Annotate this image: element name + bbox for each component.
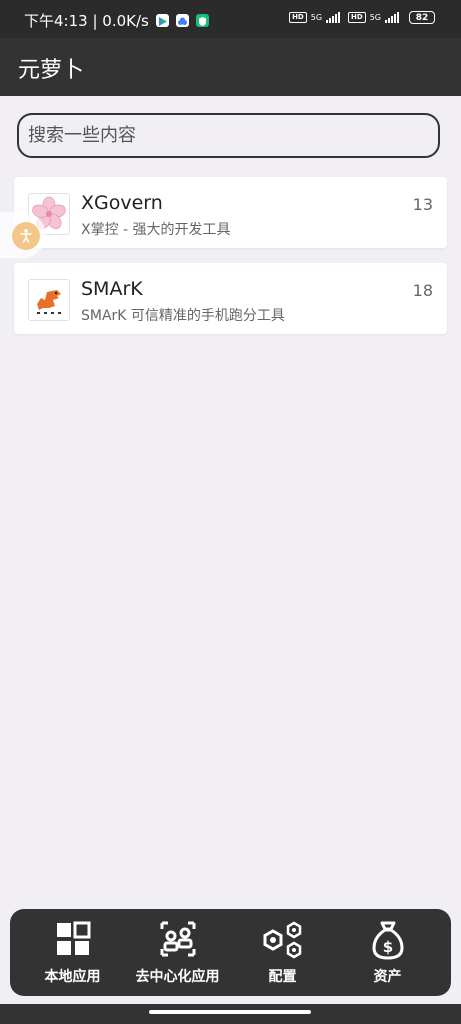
play-store-icon [155,14,169,27]
app-name: XGovern [81,192,163,214]
accessibility-icon [12,222,40,250]
svg-text:$: $ [382,938,392,956]
app-count: 13 [412,195,433,214]
nav-item-local-apps[interactable]: 本地应用 [20,909,125,996]
signal-icon [326,12,341,23]
nav-label: 本地应用 [44,969,101,985]
gesture-bar [0,1004,461,1024]
search-input[interactable] [19,115,438,156]
app-count: 18 [412,281,433,300]
hd-icon: HD [289,12,307,23]
app-bar: 元萝卜 [0,38,461,96]
dinosaur-logo-icon [28,279,70,321]
signal-icon [385,12,399,23]
network-label-1: 5G [310,13,323,22]
app-card-xgovern[interactable]: XGovern X掌控 - 强大的开发工具 13 [14,177,447,248]
bottom-nav: 本地应用 去中心化应用 配置 $ 资产 [10,909,451,996]
status-left: 下午4:13 | 0.0K/s [24,10,209,31]
nav-label: 去中心化应用 [135,969,220,985]
grid-apps-icon [56,921,90,955]
decentralized-users-icon [160,921,195,957]
cloud-app-icon [175,14,189,27]
battery-level: 82 [415,12,429,23]
hd-icon: HD [348,12,366,23]
status-time-speed: 下午4:13 | 0.0K/s [24,12,149,30]
status-bar: 下午4:13 | 0.0K/s HD 5G HD 5G 82 [0,0,461,38]
nav-item-config[interactable]: 配置 [230,909,335,996]
network-label-2: 5G [369,13,381,22]
home-indicator[interactable] [149,1010,311,1014]
nav-item-assets[interactable]: $ 资产 [335,909,440,996]
settings-hexagons-icon [263,921,301,959]
shield-app-icon [195,14,209,27]
nav-item-dapps[interactable]: 去中心化应用 [125,909,230,996]
nav-label: 资产 [373,969,402,985]
floating-assistant-button[interactable] [0,212,46,258]
search-box[interactable] [17,113,440,158]
app-name: SMArK [81,278,143,300]
app-description: SMArK 可信精准的手机跑分工具 [81,308,285,324]
money-bag-icon: $ [372,921,403,960]
app-description: X掌控 - 强大的开发工具 [81,222,231,238]
page-title: 元萝卜 [18,58,85,83]
battery-icon: 82 [409,11,435,24]
status-right: HD 5G HD 5G 82 [289,11,435,24]
nav-label: 配置 [268,969,297,985]
app-card-smark[interactable]: SMArK SMArK 可信精准的手机跑分工具 18 [14,263,447,334]
